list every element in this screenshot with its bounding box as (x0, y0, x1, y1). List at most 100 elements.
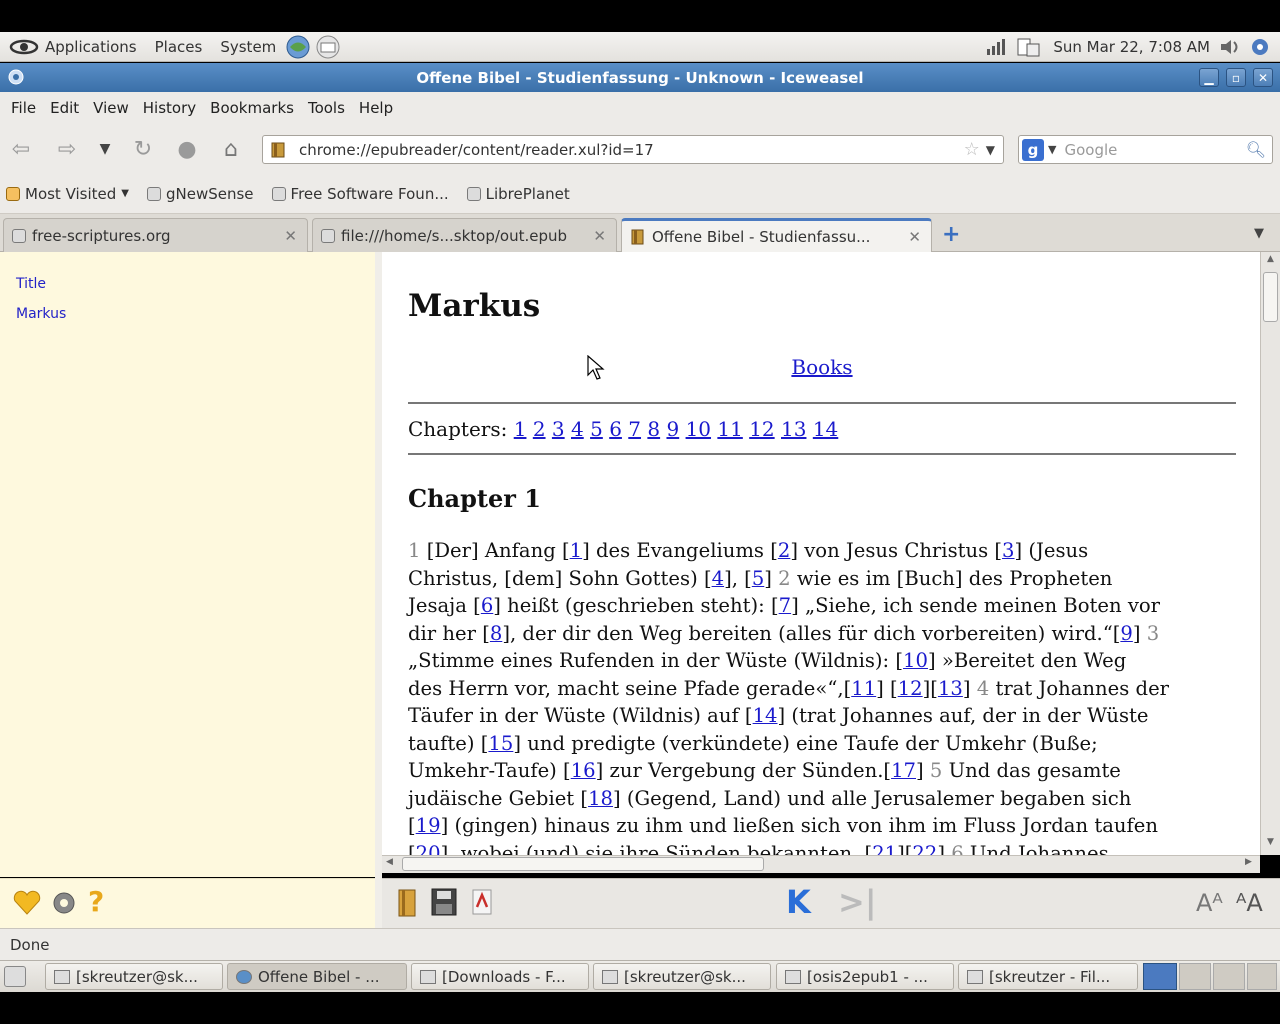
chapter-link-11[interactable]: 11 (717, 417, 742, 441)
back-arrow-icon[interactable]: ⇦ (6, 135, 36, 163)
footnote-link-11[interactable]: 11 (851, 677, 876, 700)
session-icon[interactable] (1250, 37, 1270, 57)
menu-edit[interactable]: Edit (43, 99, 86, 117)
menu-help[interactable]: Help (352, 99, 400, 117)
footnote-link-21[interactable]: 21 (872, 842, 897, 856)
heart-bookmark-icon[interactable] (12, 889, 42, 917)
task-home-folder[interactable]: [skreutzer - Fil... (958, 963, 1138, 990)
task-iceweasel[interactable]: Offene Bibel - ... (227, 963, 407, 990)
chapter-link-10[interactable]: 10 (686, 417, 711, 441)
footnote-link-12[interactable]: 12 (898, 677, 923, 700)
footnote-link-20[interactable]: 20 (416, 842, 441, 856)
menu-tools[interactable]: Tools (301, 99, 352, 117)
close-window-button[interactable]: ✕ (1253, 68, 1273, 87)
menu-history[interactable]: History (136, 99, 203, 117)
previous-chapter-icon[interactable]: K (786, 883, 811, 921)
maximize-button[interactable]: ▫ (1226, 68, 1246, 87)
chapter-link-3[interactable]: 3 (552, 417, 565, 441)
footnote-link-22[interactable]: 22 (912, 842, 937, 856)
bookmark-star-icon[interactable]: ☆ (964, 139, 980, 160)
search-magnifier-icon[interactable]: 🔍︎ (1246, 140, 1266, 159)
chapter-link-1[interactable]: 1 (514, 417, 527, 441)
footnote-link-2[interactable]: 2 (778, 539, 790, 562)
footnote-link-17[interactable]: 17 (891, 759, 916, 782)
task-terminal-2[interactable]: [skreutzer@sk... (593, 963, 771, 990)
iceweasel-window-icon[interactable] (8, 69, 24, 85)
footnote-link-16[interactable]: 16 (571, 759, 596, 782)
tab-list-chevron-icon[interactable]: ▼ (1254, 226, 1264, 241)
vertical-scroll-thumb[interactable] (1263, 272, 1278, 322)
show-desktop-icon[interactable] (4, 966, 26, 987)
task-osis2epub[interactable]: [osis2epub1 - ... (776, 963, 954, 990)
toc-item-markus[interactable]: Markus (16, 306, 66, 322)
footnote-link-3[interactable]: 3 (1002, 539, 1014, 562)
applications-menu[interactable]: Applications (0, 32, 146, 61)
search-input[interactable]: Google (1064, 141, 1245, 159)
history-dropdown-icon[interactable]: ▼ (90, 135, 120, 163)
gear-settings-icon[interactable] (50, 889, 78, 917)
footnote-link-1[interactable]: 1 (570, 539, 582, 562)
decrease-font-icon[interactable]: Aᴬ (1196, 889, 1223, 917)
footnote-link-5[interactable]: 5 (752, 567, 764, 590)
tab-free-scriptures[interactable]: free-scriptures.org ✕ (3, 218, 308, 252)
chapter-link-6[interactable]: 6 (609, 417, 622, 441)
system-menu[interactable]: System (211, 32, 285, 61)
signal-strength-icon[interactable] (985, 37, 1007, 57)
search-bar[interactable]: g ▼ Google 🔍︎ (1018, 135, 1273, 164)
forward-arrow-icon[interactable]: ⇨ (52, 135, 82, 163)
footnote-link-4[interactable]: 4 (712, 567, 724, 590)
url-dropdown-icon[interactable]: ▼ (986, 143, 995, 157)
home-icon[interactable]: ⌂ (216, 135, 246, 163)
reload-icon[interactable]: ↻ (128, 135, 158, 163)
footnote-link-9[interactable]: 9 (1120, 622, 1132, 645)
footnote-link-18[interactable]: 18 (588, 787, 613, 810)
menu-bookmarks[interactable]: Bookmarks (203, 99, 301, 117)
workspace-2[interactable] (1179, 963, 1211, 990)
tab-out-epub[interactable]: file:///home/s...sktop/out.epub ✕ (312, 218, 617, 252)
workspace-1[interactable] (1143, 963, 1177, 990)
bookmark-libreplanet[interactable]: LibrePlanet (466, 185, 570, 203)
save-floppy-icon[interactable] (430, 887, 458, 917)
chapter-link-4[interactable]: 4 (571, 417, 584, 441)
books-link[interactable]: Books (791, 355, 852, 379)
task-downloads[interactable]: [Downloads - F... (411, 963, 589, 990)
chapter-link-12[interactable]: 12 (749, 417, 774, 441)
close-tab-icon[interactable]: ✕ (593, 227, 606, 245)
footnote-link-13[interactable]: 13 (938, 677, 963, 700)
scroll-down-icon[interactable]: ▼ (1263, 837, 1278, 852)
bookmark-free-software-foundation[interactable]: Free Software Foun... (271, 185, 449, 203)
scroll-left-icon[interactable]: ◀ (386, 857, 393, 867)
chapter-link-2[interactable]: 2 (533, 417, 546, 441)
footnote-link-7[interactable]: 7 (779, 594, 791, 617)
stop-icon[interactable]: ● (172, 135, 202, 163)
close-tab-icon[interactable]: ✕ (908, 228, 921, 246)
chapter-link-7[interactable]: 7 (628, 417, 641, 441)
tab-offene-bibel[interactable]: Offene Bibel - Studienfassu... ✕ (621, 218, 932, 252)
library-books-icon[interactable] (396, 887, 420, 919)
close-tab-icon[interactable]: ✕ (284, 227, 297, 245)
increase-font-icon[interactable]: ᴬA (1236, 889, 1263, 917)
toc-item-title[interactable]: Title (16, 276, 46, 292)
web-browser-launcher-icon[interactable] (285, 34, 311, 60)
chapter-link-14[interactable]: 14 (813, 417, 838, 441)
panel-clock[interactable]: Sun Mar 22, 7:08 AM (1053, 38, 1210, 56)
chapter-link-8[interactable]: 8 (647, 417, 660, 441)
footnote-link-14[interactable]: 14 (753, 704, 778, 727)
search-engine-google-icon[interactable]: g (1022, 138, 1044, 161)
pdf-export-icon[interactable] (470, 887, 494, 917)
workspace-3[interactable] (1213, 963, 1245, 990)
next-chapter-icon[interactable]: >| (838, 883, 877, 921)
scroll-right-icon[interactable]: ▶ (1245, 857, 1252, 867)
bookmark-gnewsense[interactable]: gNewSense (147, 185, 254, 203)
footnote-link-19[interactable]: 19 (416, 814, 441, 837)
chapter-link-13[interactable]: 13 (781, 417, 806, 441)
footnote-link-6[interactable]: 6 (481, 594, 493, 617)
email-launcher-icon[interactable] (315, 34, 341, 60)
new-tab-plus-icon[interactable]: + (942, 222, 960, 247)
chapter-link-9[interactable]: 9 (666, 417, 679, 441)
minimize-button[interactable]: ▁ (1199, 68, 1219, 87)
bookmark-most-visited[interactable]: Most Visited ▼ (6, 185, 129, 203)
task-terminal-1[interactable]: [skreutzer@sk... (45, 963, 223, 990)
chapter-link-5[interactable]: 5 (590, 417, 603, 441)
vertical-scrollbar[interactable]: ▲ ▼ (1260, 252, 1280, 855)
